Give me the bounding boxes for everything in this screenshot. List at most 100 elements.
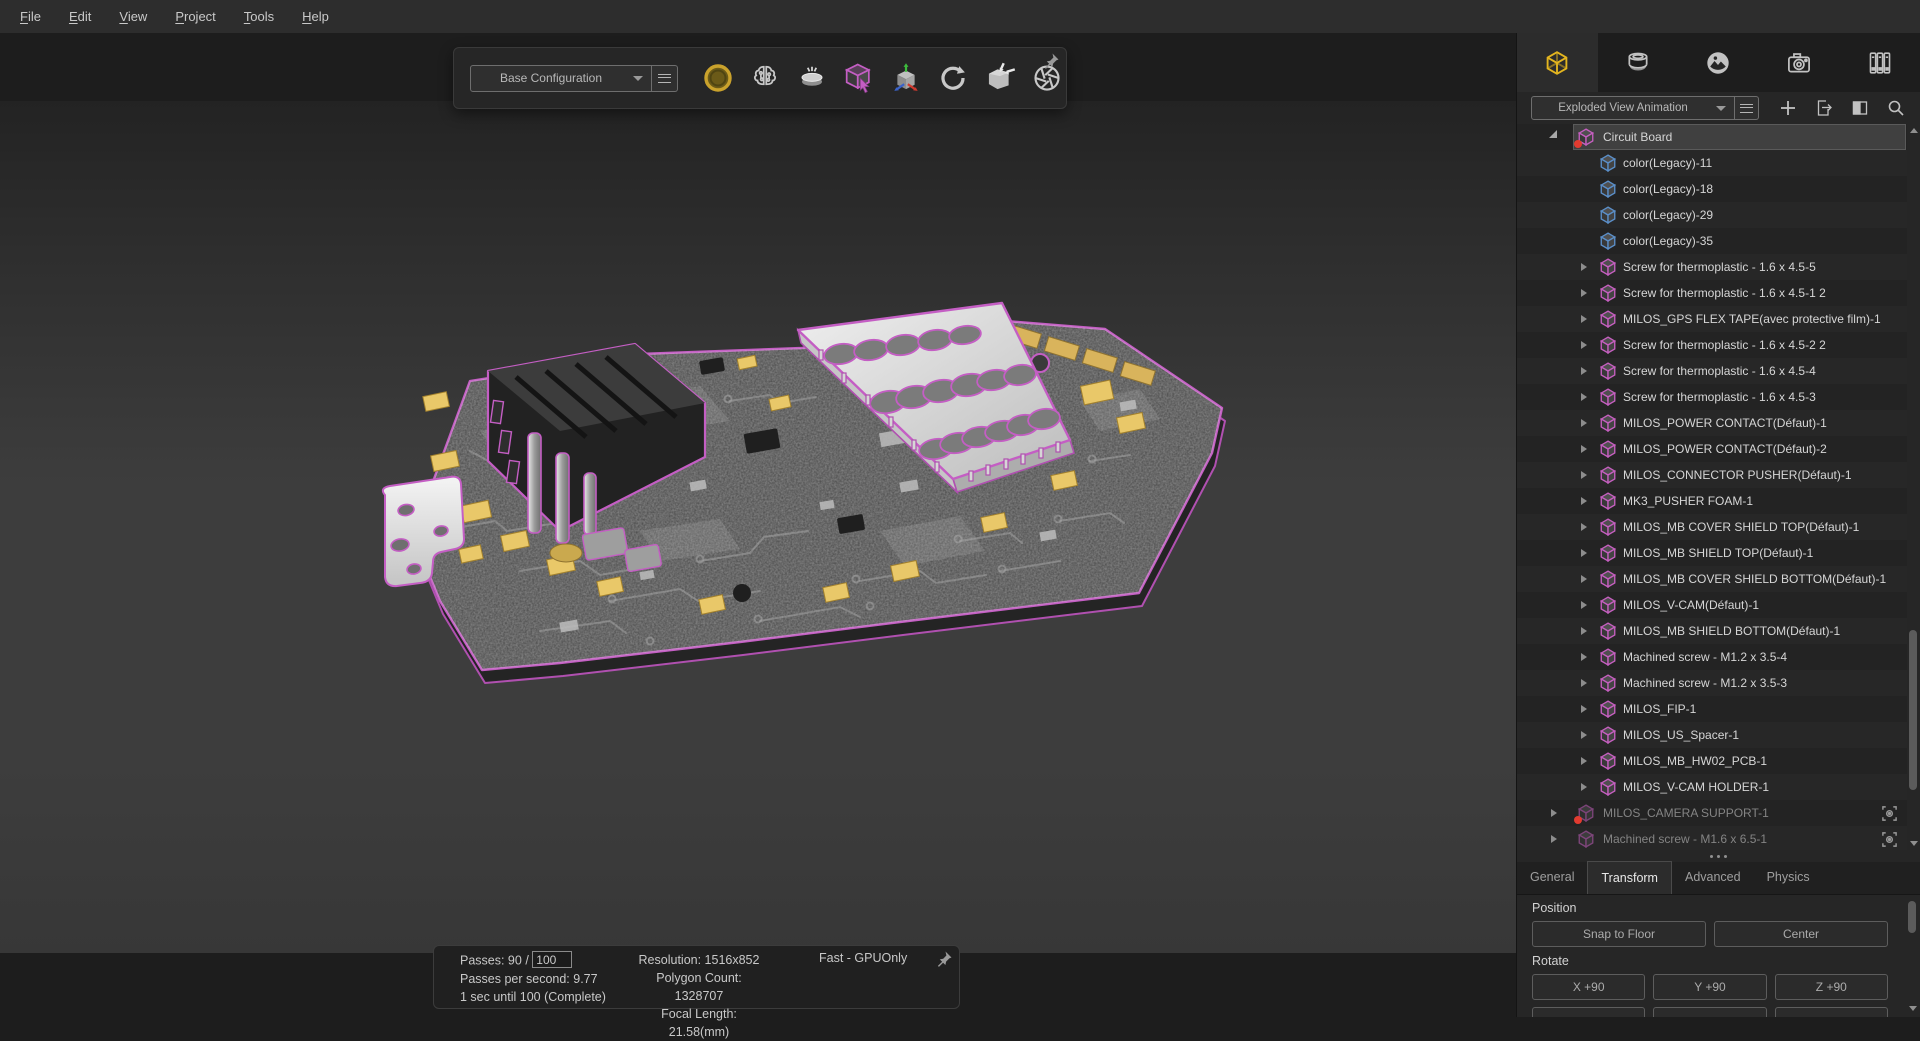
tree-item[interactable]: color(Legacy)-11 <box>1517 150 1920 176</box>
tree-item[interactable]: Screw for thermoplastic - 1.6 x 4.5-3 <box>1517 384 1920 410</box>
configuration-select[interactable]: Base Configuration <box>470 65 652 92</box>
expand-arrow-icon[interactable] <box>1581 419 1587 427</box>
expand-arrow-icon[interactable] <box>1581 757 1587 765</box>
menu-file[interactable]: File <box>6 0 55 33</box>
viewport[interactable]: Base Configuration <box>0 33 1516 1017</box>
rotate-y-button[interactable]: Y +90 <box>1653 974 1766 1000</box>
tree-item[interactable]: Machined screw - M1.2 x 3.5-4 <box>1517 644 1920 670</box>
partial-button[interactable] <box>1775 1007 1888 1017</box>
search-button[interactable] <box>1885 97 1907 119</box>
tree-item[interactable]: MILOS_MB SHIELD BOTTOM(Défaut)-1 <box>1517 618 1920 644</box>
orientation-gizmo-button[interactable] <box>888 60 924 96</box>
expand-arrow-icon[interactable] <box>1581 393 1587 401</box>
animation-select[interactable]: Exploded View Animation <box>1531 96 1735 120</box>
expand-arrow-icon[interactable] <box>1581 523 1587 531</box>
expand-arrow-icon[interactable] <box>1581 679 1587 687</box>
expand-arrow-icon[interactable] <box>1581 731 1587 739</box>
expand-arrow-icon[interactable] <box>1581 549 1587 557</box>
tree-item[interactable]: MILOS_V-CAM HOLDER-1 <box>1517 774 1920 800</box>
tree-item[interactable]: MILOS_V-CAM(Défaut)-1 <box>1517 592 1920 618</box>
toolbar-pin-icon[interactable] <box>1042 52 1060 70</box>
tree-item[interactable]: MILOS_US_Spacer-1 <box>1517 722 1920 748</box>
tab-cameras[interactable] <box>1759 33 1840 92</box>
render-area[interactable] <box>0 101 1516 953</box>
tree-item[interactable]: MILOS_MB_HW02_PCB-1 <box>1517 748 1920 774</box>
move-tool-button[interactable] <box>841 60 877 96</box>
tree-item[interactable]: Screw for thermoplastic - 1.6 x 4.5-5 <box>1517 254 1920 280</box>
menu-tools[interactable]: Tools <box>230 0 288 33</box>
tree-item[interactable]: color(Legacy)-29 <box>1517 202 1920 228</box>
snap-to-floor-button[interactable]: Snap to Floor <box>1532 921 1706 947</box>
tree-item[interactable]: MILOS_POWER CONTACT(Défaut)-1 <box>1517 410 1920 436</box>
tab-images[interactable] <box>1839 33 1920 92</box>
tab-physics[interactable]: Physics <box>1754 861 1823 894</box>
menu-edit[interactable]: Edit <box>55 0 105 33</box>
tab-materials[interactable] <box>1598 33 1679 92</box>
tab-advanced[interactable]: Advanced <box>1672 861 1754 894</box>
passes-limit-input[interactable] <box>532 951 572 968</box>
tree-item[interactable]: MILOS_MB SHIELD TOP(Défaut)-1 <box>1517 540 1920 566</box>
tree-item[interactable]: MILOS_CAMERA SUPPORT-1 <box>1517 800 1920 826</box>
center-button[interactable]: Center <box>1714 921 1888 947</box>
tree-item[interactable]: MILOS_MB COVER SHIELD TOP(Défaut)-1 <box>1517 514 1920 540</box>
tree-scrollbar[interactable] <box>1907 124 1920 850</box>
menu-view[interactable]: View <box>105 0 161 33</box>
menu-project[interactable]: Project <box>161 0 229 33</box>
properties-scrollbar-thumb[interactable] <box>1908 901 1916 933</box>
tree-item[interactable]: MILOS_MB COVER SHIELD BOTTOM(Défaut)-1 <box>1517 566 1920 592</box>
ai-brain-button[interactable] <box>747 60 783 96</box>
tree-item[interactable]: MILOS_CONNECTOR PUSHER(Défaut)-1 <box>1517 462 1920 488</box>
tab-transform[interactable]: Transform <box>1587 861 1672 894</box>
tree-item[interactable]: color(Legacy)-35 <box>1517 228 1920 254</box>
tree-item[interactable]: Screw for thermoplastic - 1.6 x 4.5-2 2 <box>1517 332 1920 358</box>
environment-ring-button[interactable] <box>700 60 736 96</box>
expand-arrow-icon[interactable] <box>1581 289 1587 297</box>
scroll-down-icon[interactable] <box>1910 841 1918 846</box>
scroll-up-icon[interactable] <box>1910 128 1918 133</box>
tab-general[interactable]: General <box>1517 861 1587 894</box>
tree-item[interactable]: color(Legacy)-18 <box>1517 176 1920 202</box>
tab-scene[interactable] <box>1517 33 1598 92</box>
render-visibility-icon[interactable] <box>1881 831 1898 848</box>
add-button[interactable] <box>1777 97 1799 119</box>
tree-item[interactable]: Screw for thermoplastic - 1.6 x 4.5-1 2 <box>1517 280 1920 306</box>
expand-arrow-icon[interactable] <box>1581 445 1587 453</box>
tree-item[interactable]: Machined screw - M1.2 x 3.5-3 <box>1517 670 1920 696</box>
tree-item[interactable]: Circuit Board <box>1517 124 1920 150</box>
rotate-x-button[interactable]: X +90 <box>1532 974 1645 1000</box>
turntable-button[interactable] <box>794 60 830 96</box>
properties-scrollbar[interactable] <box>1906 897 1917 1015</box>
expand-arrow-icon[interactable] <box>1581 601 1587 609</box>
expand-arrow-icon[interactable] <box>1581 705 1587 713</box>
expand-arrow-icon[interactable] <box>1551 809 1557 817</box>
expand-arrow-icon[interactable] <box>1581 497 1587 505</box>
rotate-z-button[interactable]: Z +90 <box>1775 974 1888 1000</box>
reset-camera-button[interactable] <box>935 60 971 96</box>
expand-arrow-icon[interactable] <box>1581 471 1587 479</box>
tree-item[interactable]: MK3_PUSHER FOAM-1 <box>1517 488 1920 514</box>
tree-scrollbar-thumb[interactable] <box>1909 630 1917 790</box>
expand-arrow-icon[interactable] <box>1581 341 1587 349</box>
configuration-list-button[interactable] <box>652 65 678 92</box>
partial-button[interactable] <box>1532 1007 1645 1017</box>
expand-arrow-icon[interactable] <box>1581 783 1587 791</box>
export-button[interactable] <box>1813 97 1835 119</box>
fit-object-button[interactable] <box>982 60 1018 96</box>
expand-arrow-icon[interactable] <box>1581 575 1587 583</box>
menu-help[interactable]: Help <box>288 0 343 33</box>
tree-item[interactable]: Screw for thermoplastic - 1.6 x 4.5-4 <box>1517 358 1920 384</box>
animation-list-button[interactable] <box>1735 96 1759 120</box>
scroll-down-icon[interactable] <box>1909 1006 1917 1011</box>
collapse-arrow-icon[interactable] <box>1549 130 1557 138</box>
expand-arrow-icon[interactable] <box>1581 367 1587 375</box>
split-view-button[interactable] <box>1849 97 1871 119</box>
tree-item[interactable]: MILOS_FIP-1 <box>1517 696 1920 722</box>
tree-item[interactable]: MILOS_GPS FLEX TAPE(avec protective film… <box>1517 306 1920 332</box>
tree-item[interactable]: MILOS_POWER CONTACT(Défaut)-2 <box>1517 436 1920 462</box>
expand-arrow-icon[interactable] <box>1581 315 1587 323</box>
expand-arrow-icon[interactable] <box>1551 835 1557 843</box>
tab-environment[interactable] <box>1678 33 1759 92</box>
expand-arrow-icon[interactable] <box>1581 263 1587 271</box>
expand-arrow-icon[interactable] <box>1581 653 1587 661</box>
partial-button[interactable] <box>1653 1007 1766 1017</box>
